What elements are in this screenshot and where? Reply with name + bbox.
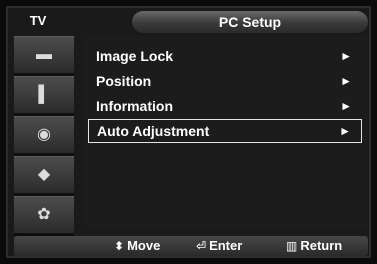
right-arrow-icon: ► xyxy=(340,99,352,113)
hint-return-label: Return xyxy=(300,238,343,253)
menu-item-label: Information xyxy=(96,98,173,114)
menu-item-information[interactable]: Information ► xyxy=(88,94,362,118)
hint-move-label: Move xyxy=(127,238,161,253)
sidebar-item-sound[interactable]: ◉ xyxy=(14,116,74,154)
hint-enter: ⏎ Enter xyxy=(196,236,242,256)
page-title: PC Setup xyxy=(132,11,368,33)
sidebar-item-input[interactable]: ▬ xyxy=(14,36,74,74)
menu-item-label: Image Lock xyxy=(96,48,174,64)
menu-item-position[interactable]: Position ► xyxy=(88,69,362,93)
menu-item-label: Position xyxy=(96,73,152,89)
updown-arrows-icon: ⬍ xyxy=(114,239,125,253)
right-arrow-icon: ► xyxy=(340,49,352,63)
hint-return: ▥ Return xyxy=(286,236,342,256)
menu-panel: Image Lock ► Position ► Information ► Au… xyxy=(84,36,368,226)
menu-item-auto-adjustment[interactable]: Auto Adjustment ► xyxy=(88,119,362,143)
source-label: TV xyxy=(29,13,47,28)
right-arrow-icon: ► xyxy=(340,74,352,88)
channel-icon: ◆ xyxy=(37,166,51,183)
sidebar-item-picture[interactable]: ▌ xyxy=(14,76,74,114)
return-icon: ▥ xyxy=(286,239,298,253)
sound-icon: ◉ xyxy=(37,126,51,143)
tv-screen: TV PC Setup ▬ ▌ ◉ ◆ ✿ Image Lock ► Posit… xyxy=(0,0,377,264)
hint-enter-label: Enter xyxy=(209,238,243,253)
picture-icon: ▌ xyxy=(38,86,50,103)
setup-icon: ✿ xyxy=(37,206,51,223)
sidebar-item-channel[interactable]: ◆ xyxy=(14,156,74,194)
sidebar: ▬ ▌ ◉ ◆ ✿ xyxy=(14,36,74,236)
hint-bar: ⬍ Move ⏎ Enter ▥ Return xyxy=(14,236,368,256)
menu-item-image-lock[interactable]: Image Lock ► xyxy=(88,44,362,68)
sidebar-item-setup[interactable]: ✿ xyxy=(14,196,74,234)
input-icon: ▬ xyxy=(36,46,52,63)
hint-move: ⬍ Move xyxy=(114,236,160,256)
enter-icon: ⏎ xyxy=(196,239,207,253)
right-arrow-icon: ► xyxy=(339,124,351,138)
menu-item-label: Auto Adjustment xyxy=(97,123,210,139)
